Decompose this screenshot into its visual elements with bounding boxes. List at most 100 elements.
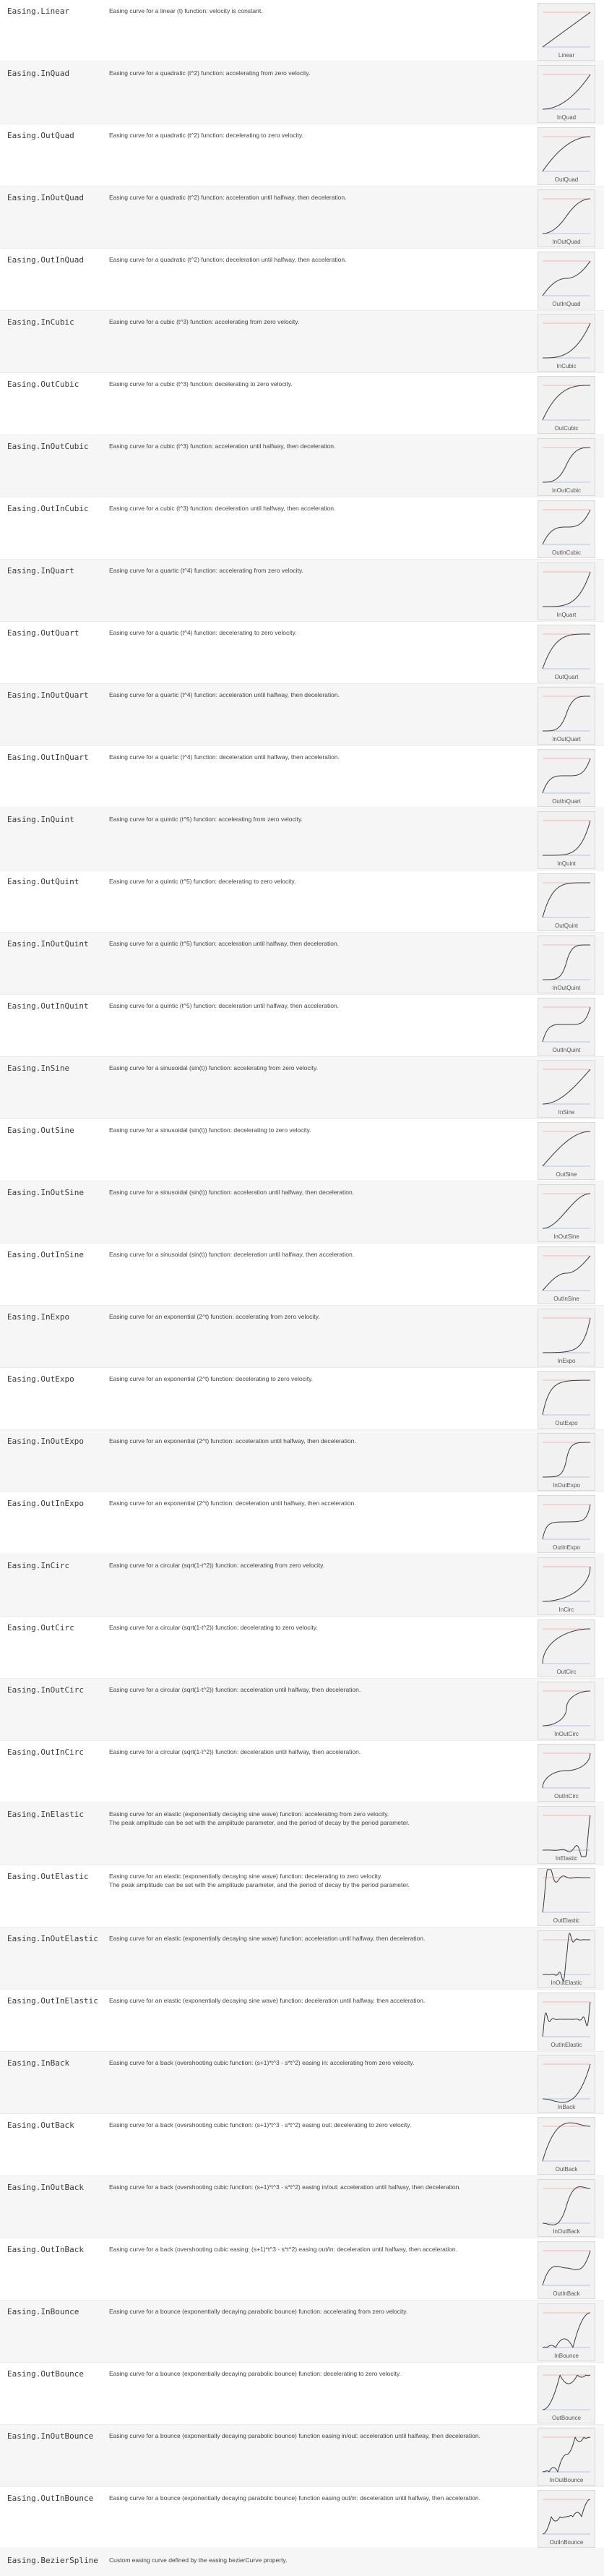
easing-description: Easing curve for a quintic (t^5) functio… [109, 815, 528, 823]
easing-name: Easing.InOutBack [7, 2183, 84, 2192]
easing-row: Easing.BezierSpline Custom easing curve d… [0, 2549, 604, 2576]
easing-curve-thumbnail: OutSine [538, 1122, 595, 1180]
easing-curve-thumbnail: Linear [538, 3, 595, 61]
easing-curve-thumbnail: OutInExpo [538, 1495, 595, 1553]
easing-curve [542, 1255, 591, 1291]
easing-curve-thumbnail: InQuart [538, 562, 595, 620]
easing-curve [542, 136, 590, 172]
easing-curve-thumbnail: InQuint [538, 811, 595, 869]
curve-caption: InOutQuint [552, 985, 581, 991]
easing-description: Easing curve for a quartic (t^4) functio… [109, 690, 528, 699]
easing-description: Easing curve for an exponential (2^t) fu… [109, 1437, 528, 1445]
curve-caption: InCubic [556, 363, 577, 369]
easing-name: Easing.BezierSpline [7, 2556, 98, 2565]
easing-row: Easing.OutExpo Easing curve for an expone… [0, 1368, 604, 1430]
description-line: Easing curve for a back (overshooting cu… [109, 2246, 457, 2253]
easing-row: Easing.OutInSine Easing curve for a sinus… [0, 1244, 604, 1306]
description-line: Easing curve for a bounce (exponentially… [109, 2308, 408, 2315]
easing-curve-thumbnail: InElastic [538, 1806, 595, 1864]
easing-name: Easing.InOutBounce [7, 2431, 94, 2441]
easing-name: Easing.OutInQuad [7, 255, 84, 265]
easing-curve-thumbnail: OutInQuint [538, 998, 595, 1056]
easing-description: Easing curve for a quartic (t^4) functio… [109, 566, 528, 575]
easing-curve-thumbnail: InOutCirc [538, 1682, 595, 1740]
easing-description: Easing curve for a back (overshooting cu… [109, 2245, 528, 2254]
description-line: Easing curve for an exponential (2^t) fu… [109, 1499, 356, 1507]
easing-row: Easing.OutCubic Easing curve for a cubic … [0, 373, 604, 435]
easing-curve-thumbnail: OutQuad [538, 127, 595, 185]
easing-description: Easing curve for a circular (sqrt(1-t^2)… [109, 1685, 528, 1694]
easing-name: Easing.OutQuint [7, 877, 79, 886]
curve-caption: OutInQuad [552, 301, 581, 307]
easing-description: Easing curve for a bounce (exponentially… [109, 2369, 528, 2378]
easing-curve-thumbnail: OutInCubic [538, 500, 595, 558]
easing-list: Easing.Linear Easing curve for a linear (… [0, 0, 604, 2576]
easing-name: Easing.OutQuart [7, 628, 79, 638]
easing-row: Easing.OutQuart Easing curve for a quarti… [0, 622, 604, 684]
easing-description: Easing curve for a bounce (exponentially… [109, 2494, 528, 2502]
description-line: Easing curve for a sinusoidal (sin(t)) f… [109, 1064, 318, 1071]
easing-curve-thumbnail: InOutSine [538, 1184, 595, 1242]
curve-caption: OutInSine [553, 1296, 579, 1302]
easing-description: Easing curve for an elastic (exponential… [109, 1934, 528, 1943]
curve-caption: OutQuint [554, 923, 578, 929]
easing-row: Easing.OutInBounce Easing curve for a bou… [0, 2487, 604, 2549]
easing-curve [542, 2250, 591, 2286]
curve-caption: InOutQuart [552, 736, 581, 743]
easing-name: Easing.InOutSine [7, 1188, 84, 1197]
easing-curve [542, 1753, 591, 1789]
easing-curve-thumbnail: InExpo [538, 1309, 595, 1366]
curve-caption: OutQuart [554, 674, 579, 680]
description-line: Easing curve for a sinusoidal (sin(t)) f… [109, 1189, 355, 1196]
easing-name: Easing.OutQuad [7, 131, 74, 140]
description-line: Easing curve for a circular (sqrt(1-t^2)… [109, 1686, 361, 1693]
easing-curve-thumbnail: OutBack [538, 2117, 595, 2175]
easing-row: Easing.InQuart Easing curve for a quartic… [0, 560, 604, 622]
easing-name: Easing.OutCubic [7, 380, 79, 389]
easing-name: Easing.InCirc [7, 1561, 70, 1570]
easing-curve [542, 1815, 591, 1857]
easing-curve-thumbnail: OutExpo [538, 1371, 595, 1429]
description-line: Easing curve for a quartic (t^4) functio… [109, 753, 340, 761]
curve-caption: InOutElastic [551, 1980, 582, 1986]
easing-row: Easing.OutInQuart Easing curve for a quar… [0, 746, 604, 808]
easing-name: Easing.InOutQuint [7, 939, 89, 949]
description-line: Easing curve for an elastic (exponential… [109, 1873, 382, 1880]
easing-description: Easing curve for a circular (sqrt(1-t^2)… [109, 1623, 528, 1632]
description-line: Easing curve for a bounce (exponentially… [109, 2370, 401, 2377]
easing-row: Easing.Linear Easing curve for a linear (… [0, 0, 604, 62]
easing-row: Easing.OutBack Easing curve for a back (o… [0, 2114, 604, 2176]
easing-description: Easing curve for a sinusoidal (sin(t)) f… [109, 1126, 528, 1134]
easing-row: Easing.OutBounce Easing curve for a bounc… [0, 2363, 604, 2425]
easing-description: Easing curve for an elastic (exponential… [109, 1810, 528, 1827]
easing-curve [542, 1317, 591, 1353]
easing-curve-thumbnail: OutCubic [538, 376, 595, 434]
description-line: Easing curve for a bounce (exponentially… [109, 2494, 480, 2502]
description-line: Easing curve for a back (overshooting cu… [109, 2183, 461, 2191]
easing-description: Custom easing curve defined by the easin… [109, 2556, 528, 2564]
description-line: Easing curve for an exponential (2^t) fu… [109, 1437, 356, 1445]
easing-curve-thumbnail: InCirc [538, 1557, 595, 1615]
curve-caption: OutBack [555, 2166, 578, 2173]
easing-name: Easing.InQuint [7, 815, 74, 824]
easing-name: Easing.InOutExpo [7, 1437, 84, 1446]
description-line: Easing curve for a circular (sqrt(1-t^2)… [109, 1748, 361, 1755]
description-line: Easing curve for a sinusoidal (sin(t)) f… [109, 1251, 355, 1258]
curve-caption: OutQuad [554, 176, 579, 183]
easing-name: Easing.InQuad [7, 69, 70, 78]
easing-row: Easing.OutElastic Easing curve for an ela… [0, 1865, 604, 1927]
easing-description: Easing curve for a circular (sqrt(1-t^2)… [109, 1561, 528, 1570]
easing-curve [543, 820, 591, 856]
easing-description: Easing curve for a quadratic (t^2) funct… [109, 131, 528, 140]
easing-description: Easing curve for a quintic (t^5) functio… [109, 877, 528, 886]
curve-caption: OutElastic [553, 1917, 580, 1924]
easing-description: Easing curve for a back (overshooting cu… [109, 2121, 528, 2129]
easing-row: Easing.InOutCubic Easing curve for a cubi… [0, 435, 604, 497]
easing-description: Easing curve for a quintic (t^5) functio… [109, 1001, 528, 1010]
easing-curve-thumbnail: OutCirc [538, 1619, 595, 1677]
easing-curve-thumbnail: InOutBack [538, 2179, 595, 2237]
curve-caption: OutInBack [553, 2290, 580, 2297]
easing-name: Easing.OutInCubic [7, 504, 89, 513]
easing-description: Easing curve for a cubic (t^3) function:… [109, 504, 528, 513]
easing-description: Easing curve for a cubic (t^3) function:… [109, 442, 528, 450]
